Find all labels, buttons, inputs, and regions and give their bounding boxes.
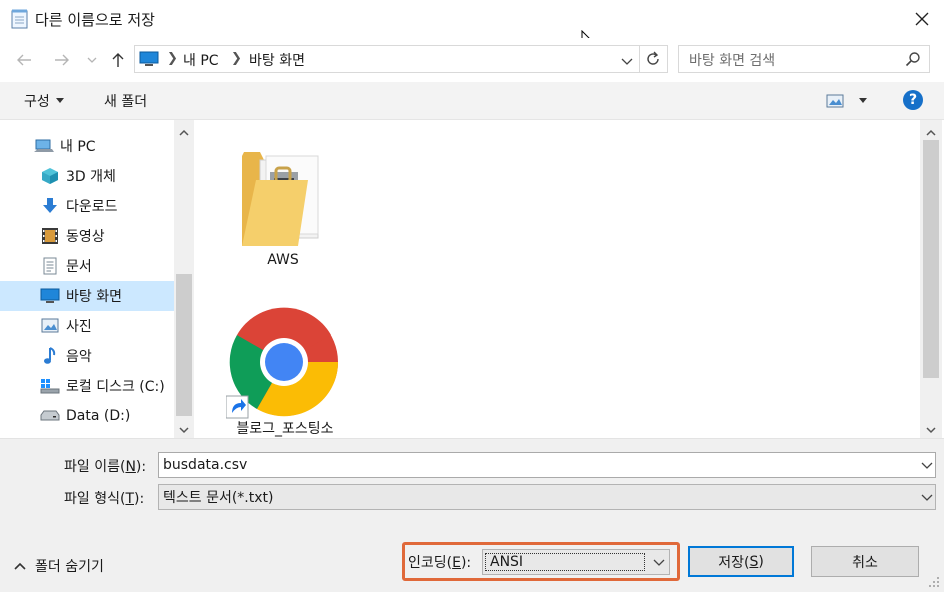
organize-label: 구성 — [24, 94, 50, 110]
search-icon — [905, 51, 921, 71]
nav-item-music[interactable]: 음악 — [0, 341, 174, 371]
refresh-icon — [647, 51, 659, 65]
music-note-icon — [40, 346, 60, 366]
file-list: AWS 블로그_포스팅소 — [194, 120, 920, 438]
nav-item-documents[interactable]: 문서 — [0, 251, 174, 281]
view-icon — [826, 94, 844, 108]
cancel-button[interactable]: 취소 — [811, 546, 919, 577]
nav-item-local-disk-c[interactable]: 로컬 디스크 (C:) — [0, 371, 174, 401]
document-icon — [40, 256, 60, 276]
recent-locations-button[interactable] — [82, 48, 102, 72]
desktop-icon — [139, 51, 159, 71]
desktop-icon — [40, 286, 60, 306]
nav-item-label: 다운로드 — [66, 199, 118, 215]
nav-item-data-d[interactable]: Data (D:) — [0, 401, 174, 431]
save-button[interactable]: 저장(S) — [688, 546, 794, 577]
nav-item-label: 내 PC — [60, 139, 96, 155]
breadcrumb-segment-pc[interactable]: 내 PC — [183, 50, 219, 70]
nav-item-pictures[interactable]: 사진 — [0, 311, 174, 341]
organize-button[interactable]: 구성 — [24, 91, 65, 111]
file-item-aws[interactable]: AWS — [228, 136, 338, 276]
chevron-down-icon — [921, 494, 933, 501]
chrome-shortcut-icon — [225, 304, 342, 424]
nav-item-label: 음악 — [66, 349, 92, 365]
nav-item-downloads[interactable]: 다운로드 — [0, 191, 174, 221]
encoding-label: 인코딩(E): — [408, 555, 472, 571]
file-scrollbar[interactable] — [920, 120, 942, 438]
arrow-right-icon — [55, 54, 69, 66]
arrow-left-icon — [17, 54, 31, 66]
windows-drive-icon — [40, 376, 60, 396]
nav-item-label: 문서 — [66, 259, 92, 275]
address-dropdown-button[interactable] — [621, 54, 633, 70]
chevron-down-icon — [621, 58, 633, 65]
nav-item-label: 로컬 디스크 (C:) — [66, 379, 165, 395]
cube-3d-icon — [40, 166, 60, 186]
nav-item-label: 사진 — [66, 319, 92, 335]
hide-folders-button[interactable]: 폴더 숨기기 — [14, 556, 104, 576]
scroll-thumb[interactable] — [176, 274, 192, 416]
notepad-icon — [11, 9, 28, 29]
search-box[interactable]: 바탕 화면 검색 — [678, 45, 930, 73]
breadcrumb-segment-desktop[interactable]: 바탕 화면 — [249, 50, 305, 70]
caret-down-icon — [859, 98, 867, 103]
chevron-right-icon: ❯ — [231, 51, 242, 66]
scroll-down-arrow[interactable] — [926, 422, 936, 438]
caret-down-icon — [55, 98, 64, 103]
scroll-up-arrow[interactable] — [926, 125, 936, 141]
up-button[interactable] — [106, 48, 130, 72]
new-folder-button[interactable]: 새 폴더 — [104, 91, 147, 111]
back-button[interactable] — [12, 48, 36, 72]
window-title: 다른 이름으로 저장 — [35, 11, 155, 29]
help-icon: ? — [908, 92, 918, 108]
filename-value: busdata.csv — [163, 457, 248, 473]
nav-item-3d-objects[interactable]: 3D 개체 — [0, 161, 174, 191]
view-options-button[interactable] — [826, 93, 868, 109]
scroll-up-arrow[interactable] — [179, 125, 189, 141]
filename-label: 파일 이름(N): — [64, 459, 147, 475]
encoding-value: ANSI — [485, 553, 645, 571]
computer-icon — [34, 136, 54, 156]
folder-icon — [240, 142, 328, 252]
scroll-down-arrow[interactable] — [179, 422, 189, 438]
chevron-right-icon: ❯ — [167, 51, 178, 66]
nav-item-label: Data (D:) — [66, 408, 131, 424]
hide-folders-label: 폴더 숨기기 — [35, 559, 104, 575]
encoding-select[interactable]: ANSI — [482, 549, 670, 575]
filetype-select[interactable]: 텍스트 문서(*.txt) — [158, 484, 936, 510]
nav-item-label: 3D 개체 — [66, 169, 116, 185]
file-item-blog-shortcut[interactable]: 블로그_포스팅소 — [220, 300, 350, 438]
arrow-up-icon — [112, 53, 124, 67]
refresh-button[interactable] — [645, 51, 661, 71]
close-button[interactable] — [900, 0, 944, 38]
drive-icon — [40, 406, 60, 426]
scroll-thumb[interactable] — [923, 140, 939, 378]
divider — [639, 46, 640, 72]
forward-button[interactable] — [50, 48, 74, 72]
nav-item-videos[interactable]: 동영상 — [0, 221, 174, 251]
nav-scrollbar[interactable] — [174, 120, 194, 438]
nav-item-this-pc[interactable]: 내 PC — [0, 131, 174, 161]
film-icon — [40, 226, 60, 246]
navigation-pane: 내 PC 3D 개체 다운로드 동영상 문서 바탕 화면 사진 음악 로컬 디스… — [0, 120, 194, 438]
resize-grip-icon[interactable] — [928, 576, 940, 592]
file-item-label: AWS — [267, 252, 299, 268]
nav-item-label: 바탕 화면 — [66, 289, 122, 305]
filename-input[interactable]: busdata.csv — [158, 452, 936, 478]
chevron-down-icon[interactable] — [921, 462, 933, 470]
close-icon — [915, 12, 929, 26]
address-bar[interactable]: ❯ 내 PC ❯ 바탕 화면 — [134, 45, 668, 73]
search-placeholder: 바탕 화면 검색 — [689, 53, 776, 69]
download-arrow-icon — [40, 196, 60, 216]
help-button[interactable]: ? — [903, 90, 923, 110]
nav-item-label: 동영상 — [66, 229, 105, 245]
filetype-label: 파일 형식(T): — [64, 491, 145, 507]
nav-item-desktop[interactable]: 바탕 화면 — [0, 281, 174, 311]
filetype-value: 텍스트 문서(*.txt) — [163, 490, 274, 506]
picture-icon — [40, 316, 60, 336]
chevron-down-icon — [87, 57, 97, 63]
chevron-up-icon — [14, 562, 26, 570]
file-item-label: 블로그_포스팅소 — [236, 421, 334, 437]
chevron-down-icon — [653, 559, 665, 566]
